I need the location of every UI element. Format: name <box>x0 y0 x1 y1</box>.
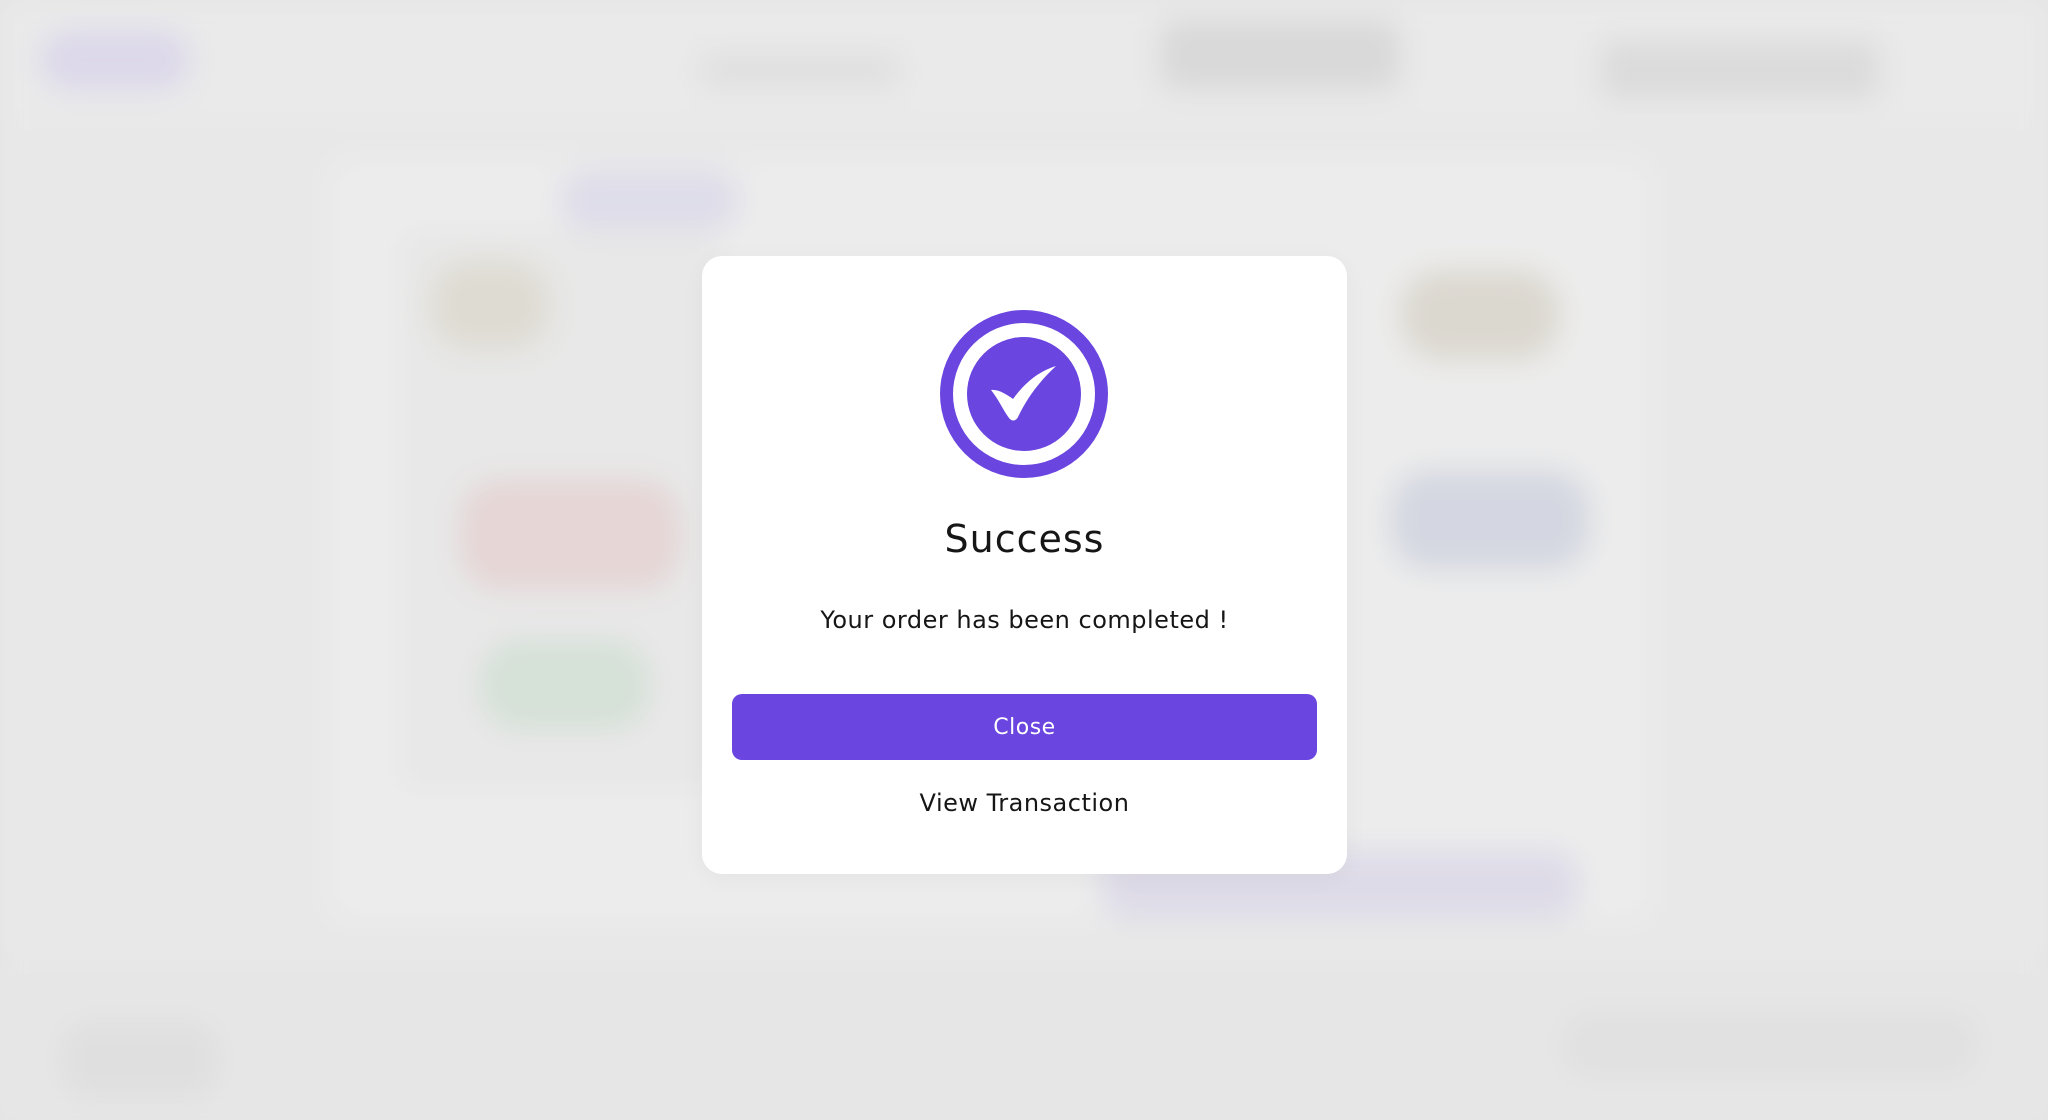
dialog-title: Success <box>944 517 1105 561</box>
dialog-message: Your order has been completed ! <box>820 606 1229 634</box>
view-transaction-link[interactable]: View Transaction <box>702 786 1347 820</box>
check-circle-icon <box>940 310 1108 478</box>
close-button[interactable]: Close <box>732 694 1317 760</box>
success-dialog: Success Your order has been completed ! … <box>702 256 1347 874</box>
